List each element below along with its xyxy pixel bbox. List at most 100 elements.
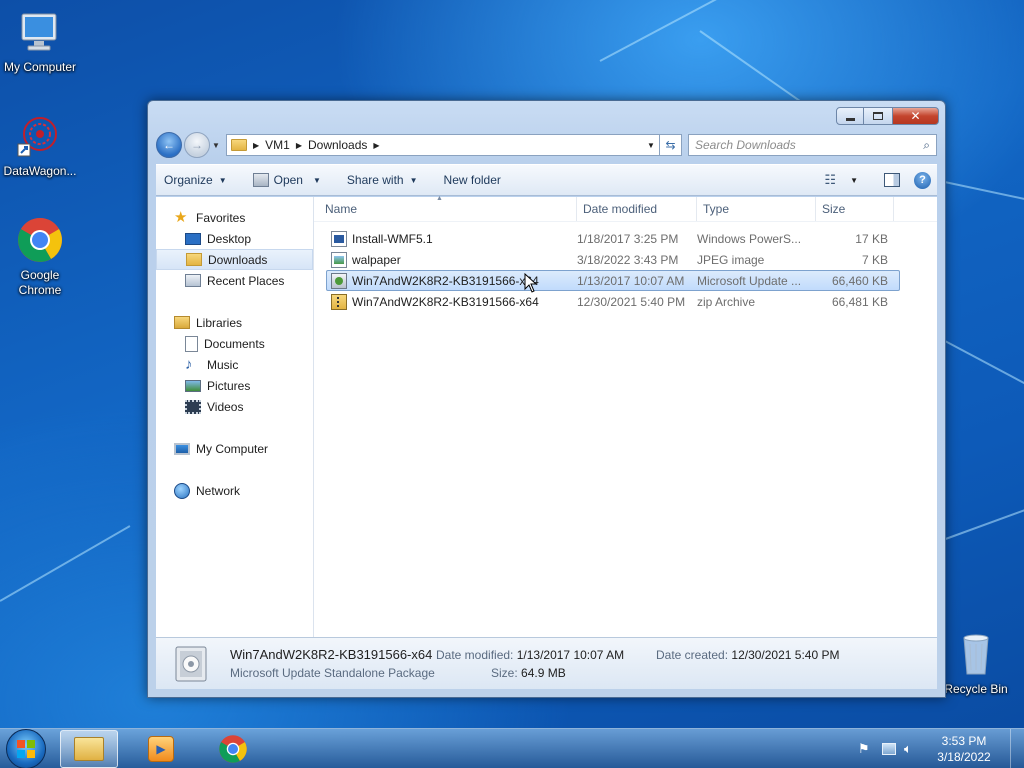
file-size: 17 KB — [855, 231, 888, 246]
column-header-size[interactable]: Size — [816, 197, 894, 221]
desktop-icon-my-computer[interactable]: My Computer — [0, 8, 80, 75]
address-history-dropdown[interactable]: ▼ — [643, 141, 659, 150]
file-name: Win7AndW2K8R2-KB3191566-x64 — [352, 273, 539, 288]
open-button[interactable]: Open ▼ — [252, 173, 321, 187]
refresh-icon: ⇆ — [665, 138, 676, 152]
column-header-type[interactable]: Type — [697, 197, 816, 221]
action-center-flag-icon[interactable]: ⚑ — [858, 741, 874, 757]
file-name: walpaper — [352, 252, 401, 267]
wallpaper-streak — [939, 180, 1024, 201]
start-button[interactable] — [6, 728, 46, 768]
chevron-down-icon: ▼ — [312, 175, 321, 185]
nav-music[interactable]: ♪ Music — [156, 354, 313, 375]
nav-videos[interactable]: Videos — [156, 396, 313, 417]
file-name: Install-WMF5.1 — [352, 231, 433, 246]
organize-button[interactable]: Organize ▼ — [164, 173, 227, 187]
file-list[interactable]: ▲ Name Date modified Type Size Install-WM… — [314, 195, 937, 637]
details-date-modified: 1/13/2017 10:07 AM — [516, 647, 625, 662]
new-folder-button[interactable]: New folder — [444, 173, 501, 187]
breadcrumb-arrow-icon[interactable]: ▶ — [373, 141, 379, 150]
help-icon: ? — [914, 171, 931, 189]
details-file-type: Microsoft Update Standalone Package — [230, 665, 435, 680]
nav-favorites[interactable]: ★ Favorites — [156, 207, 313, 228]
details-size: 64.9 MB — [521, 665, 566, 680]
refresh-button[interactable]: ⇆ — [660, 134, 682, 156]
taskbar-chrome-button[interactable] — [204, 730, 262, 768]
close-button[interactable]: ✕ — [893, 107, 939, 125]
file-row[interactable]: Win7AndW2K8R2-KB3191566-x64 12/30/2021 5… — [326, 291, 900, 312]
nav-label: Videos — [207, 399, 244, 414]
nav-label: Documents — [204, 336, 265, 351]
nav-downloads[interactable]: Downloads — [156, 249, 313, 270]
nav-desktop[interactable]: Desktop — [156, 228, 313, 249]
search-icon: ⌕ — [923, 137, 930, 152]
file-row[interactable]: walpaper 3/18/2022 3:43 PM JPEG image 7 … — [326, 249, 900, 270]
nav-documents[interactable]: Documents — [156, 333, 313, 354]
details-date-created: 12/30/2021 5:40 PM — [731, 647, 840, 662]
organize-label: Organize — [164, 173, 213, 187]
explorer-window[interactable]: ✕ ← → ▼ ▶ VM1 ▶ Downloads ▶ ▼ ⇆ Search D… — [147, 100, 946, 698]
file-row[interactable]: Install-WMF5.1 1/18/2017 3:25 PM Windows… — [326, 228, 900, 249]
wallpaper-streak — [939, 509, 1024, 542]
taskbar-media-player-button[interactable]: ▶ — [132, 730, 190, 768]
back-button[interactable]: ← — [156, 132, 182, 158]
libraries-icon — [174, 316, 190, 329]
wallpaper-streak — [599, 0, 831, 62]
desktop-icon-datawagon[interactable]: DataWagon... — [0, 112, 80, 179]
breadcrumb-vm1[interactable]: VM1 — [265, 138, 290, 152]
network-globe-icon — [174, 482, 190, 499]
file-type: Microsoft Update ... — [697, 273, 802, 288]
downloads-folder-icon — [186, 253, 202, 266]
preview-pane-icon — [884, 173, 900, 187]
nav-pictures[interactable]: Pictures — [156, 375, 313, 396]
window-controls: ✕ — [836, 107, 939, 125]
taskbar-explorer-button[interactable] — [60, 729, 118, 768]
file-date: 3/18/2022 3:43 PM — [577, 252, 679, 267]
nav-my-computer[interactable]: My Computer — [156, 438, 313, 459]
desktop-icon-recycle-bin[interactable]: Recycle Bin — [936, 630, 1016, 697]
nav-label: Favorites — [196, 210, 246, 225]
breadcrumb-arrow-icon[interactable]: ▶ — [253, 141, 259, 150]
desktop-icon-label: DataWagon... — [3, 164, 77, 178]
network-status-icon[interactable] — [882, 742, 896, 755]
file-type: JPEG image — [697, 252, 765, 267]
minimize-button[interactable] — [836, 107, 864, 125]
volume-icon[interactable]: 🔈︎ — [904, 741, 920, 757]
update-package-icon — [172, 643, 212, 685]
search-box[interactable]: Search Downloads ⌕ — [688, 134, 937, 156]
column-header-date-modified[interactable]: Date modified — [577, 197, 697, 221]
file-date: 1/13/2017 10:07 AM — [577, 273, 685, 288]
zip-archive-icon — [331, 293, 347, 310]
file-row-selected[interactable]: Win7AndW2K8R2-KB3191566-x64 1/13/2017 10… — [326, 270, 900, 291]
change-view-button[interactable]: ☷ ▼ — [824, 172, 858, 188]
show-desktop-button[interactable] — [1010, 728, 1024, 768]
share-with-button[interactable]: Share with ▼ — [347, 173, 418, 187]
windows-logo-icon — [17, 739, 35, 758]
nav-libraries[interactable]: Libraries — [156, 312, 313, 333]
media-player-icon: ▶ — [148, 735, 174, 762]
file-size: 7 KB — [861, 252, 888, 267]
column-header-name[interactable]: ▲ Name — [314, 195, 577, 221]
nav-network[interactable]: Network — [156, 480, 313, 501]
file-type: zip Archive — [697, 294, 756, 309]
address-bar[interactable]: ▶ VM1 ▶ Downloads ▶ ▼ — [226, 134, 660, 156]
chevron-down-icon: ▼ — [212, 140, 220, 150]
back-arrow-icon: ← — [163, 138, 175, 152]
maximize-button[interactable] — [864, 107, 893, 125]
search-input[interactable]: Search Downloads — [695, 138, 923, 152]
breadcrumb-downloads[interactable]: Downloads — [308, 138, 367, 152]
preview-pane-button[interactable] — [872, 173, 900, 187]
system-tray: ⚑ 🔈︎ 3:53 PM 3/18/2022 — [858, 728, 1024, 768]
breadcrumb-arrow-icon[interactable]: ▶ — [296, 141, 302, 150]
taskbar-clock[interactable]: 3:53 PM 3/18/2022 — [928, 733, 1000, 765]
desktop-icon-label: Google Chrome — [18, 268, 62, 297]
forward-button[interactable]: → — [184, 132, 210, 158]
nav-label: Downloads — [208, 252, 268, 267]
chevron-down-icon: ▼ — [850, 175, 858, 185]
help-button[interactable]: ? — [914, 171, 937, 189]
nav-label: Libraries — [196, 315, 243, 330]
desktop-icon-google-chrome[interactable]: Google Chrome — [0, 216, 80, 298]
taskbar: ▶ ⚑ 🔈︎ 3:53 PM 3/18/2022 — [0, 728, 1024, 768]
recent-pages-dropdown[interactable]: ▼ — [210, 141, 222, 150]
nav-recent-places[interactable]: Recent Places — [156, 270, 313, 291]
